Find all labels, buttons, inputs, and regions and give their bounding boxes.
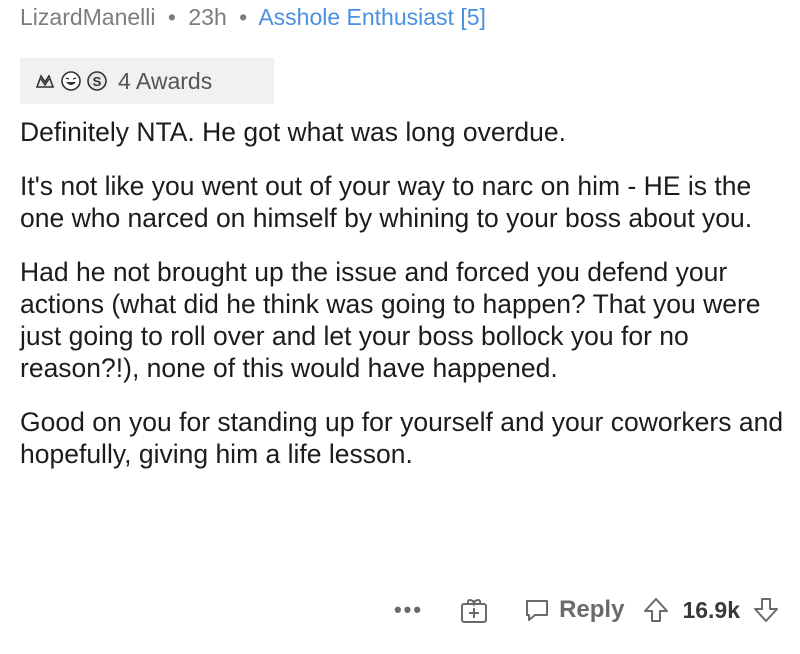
user-flair: Asshole Enthusiast [5] (258, 4, 486, 30)
downvote-arrow-icon (754, 598, 778, 622)
awards-count: 4 Awards (118, 67, 213, 94)
author-name[interactable]: LizardManelli (20, 4, 156, 30)
comment-paragraph: Definitely NTA. He got what was long ove… (20, 117, 566, 147)
reply-button[interactable]: Reply (523, 596, 624, 624)
more-options-button[interactable]: ••• (394, 597, 423, 623)
separator-dot: • (239, 4, 248, 30)
comment-actions: ••• Reply 16.9k (0, 588, 800, 632)
give-award-button[interactable] (459, 595, 489, 625)
comment-header: LizardManelli • 23h • Asshole Enthusiast… (20, 4, 486, 31)
vote-score: 16.9k (682, 596, 740, 623)
comment-paragraph: Had he not brought up the issue and forc… (20, 257, 761, 383)
awards-bar[interactable]: S 4 Awards (20, 58, 274, 104)
reply-label: Reply (559, 596, 625, 623)
comment-body: Definitely NTA. He got what was long ove… (20, 116, 790, 492)
comment-age: 23h (188, 4, 227, 30)
downvote-button[interactable] (752, 596, 780, 624)
comment-paragraph: Good on you for standing up for yourself… (20, 407, 784, 469)
gift-award-icon (461, 599, 488, 623)
laughing-face-award-icon (60, 70, 82, 92)
upvote-button[interactable] (642, 596, 670, 624)
separator-dot: • (167, 4, 176, 30)
upvote-arrow-icon (644, 598, 669, 622)
silver-coin-award-icon: S (86, 70, 108, 92)
speech-bubble-icon (526, 600, 549, 621)
svg-text:S: S (93, 74, 102, 89)
comment-paragraph: It's not like you went out of your way t… (20, 171, 753, 233)
hands-clasped-award-icon (34, 70, 56, 92)
